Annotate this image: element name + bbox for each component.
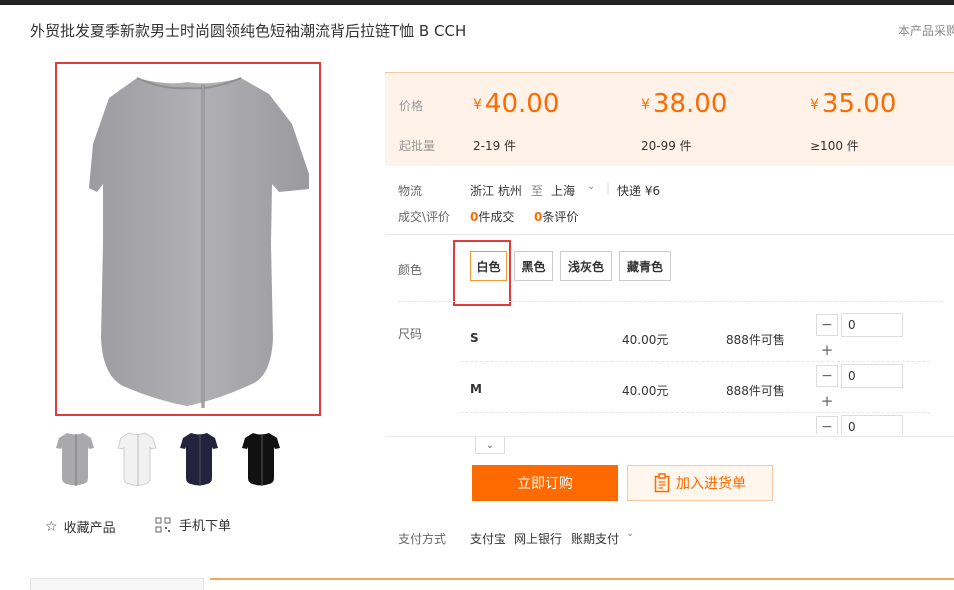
bottom-tab[interactable] [30, 578, 204, 590]
price-tier-1: ¥40.00 [473, 89, 560, 119]
clipboard-icon [654, 473, 670, 493]
qty-tier-2: 20-99 件 [641, 139, 692, 153]
deal-count: 0件成交 [470, 210, 515, 224]
thumbnail-black[interactable] [241, 430, 281, 488]
qr-grid-icon [155, 517, 171, 532]
quantity-input[interactable]: 0 [841, 364, 903, 388]
logistics-origin: 浙江 杭州 [470, 184, 522, 198]
size-list: S 40.00元 888件可售 − 0 + M 40.00元 888件可售 − … [460, 308, 940, 434]
thumbnail-grey[interactable] [55, 430, 95, 488]
favorite-button[interactable]: ☆ 收藏产品 [45, 517, 116, 537]
mobile-order-button[interactable]: 手机下单 [155, 515, 231, 534]
tshirt-back-image [89, 77, 309, 408]
payment-label: 支付方式 [398, 532, 447, 546]
add-to-cart-button[interactable]: 加入进货单 [627, 465, 773, 501]
side-note: 本产品采购 [898, 24, 954, 38]
review-count[interactable]: 0条评价 [534, 208, 578, 225]
chevron-down-icon[interactable]: ⌄ [626, 528, 634, 539]
bottom-accent-line [210, 578, 954, 580]
quantity-input[interactable]: 0 [841, 313, 903, 337]
size-s-price: 40.00元 [622, 333, 669, 347]
top-bar [0, 0, 954, 5]
color-option-navy[interactable]: 藏青色 [619, 251, 671, 281]
price-tier-3: ¥35.00 [810, 89, 897, 119]
divider [385, 234, 954, 235]
price-label: 价格 [399, 99, 424, 113]
product-title: 外贸批发夏季新款男士时尚圆领纯色短袖潮流背后拉链T恤 B CCH [30, 22, 467, 40]
size-m: M [470, 382, 482, 396]
color-option-black[interactable]: 黑色 [514, 251, 553, 281]
color-option-lightgrey[interactable]: 浅灰色 [560, 251, 612, 281]
divider [398, 301, 943, 302]
thumbnail-strip [55, 430, 325, 490]
divider [460, 412, 930, 413]
size-s: S [470, 331, 479, 345]
minus-button[interactable]: − [816, 365, 838, 387]
logistics-to: 至 [531, 184, 544, 198]
deals-label: 成交\评价 [398, 210, 451, 224]
add-to-cart-label: 加入进货单 [676, 476, 746, 492]
plus-button[interactable]: + [816, 339, 838, 361]
minus-button[interactable]: − [816, 314, 838, 336]
size-label: 尺码 [398, 327, 423, 341]
price-tier-2: ¥38.00 [641, 89, 728, 119]
shipping-fee: 快递 ¥6 [617, 184, 661, 198]
chevron-down-icon: ⌄ [485, 439, 495, 451]
size-m-stock: 888件可售 [726, 384, 785, 398]
main-product-image[interactable] [55, 62, 321, 416]
plus-button[interactable]: + [816, 390, 838, 412]
payment-netbank: 网上银行 [514, 532, 563, 546]
divider: | [606, 181, 611, 195]
payment-credit[interactable]: 账期支付 [571, 530, 619, 547]
color-label: 颜色 [398, 263, 423, 277]
expand-sizes-button[interactable]: ⌄ [475, 437, 505, 454]
favorite-label: 收藏产品 [63, 521, 116, 536]
payment-alipay: 支付宝 [470, 532, 507, 546]
mobile-order-label: 手机下单 [179, 519, 232, 534]
logistics-label: 物流 [398, 184, 423, 198]
price-panel: 价格 起批量 ¥40.00 ¥38.00 ¥35.00 2-19 件 20-99… [385, 72, 954, 166]
chevron-down-icon[interactable]: ⌄ [587, 181, 595, 192]
size-s-stock: 888件可售 [726, 333, 785, 347]
divider [385, 436, 954, 437]
qty-tier-3: ≥100 件 [810, 139, 859, 153]
thumbnail-white[interactable] [117, 430, 157, 488]
quantity-input[interactable]: 0 [841, 415, 903, 434]
thumbnail-navy[interactable] [179, 430, 219, 488]
minus-button[interactable]: − [816, 416, 838, 434]
qty-tier-1: 2-19 件 [473, 139, 517, 153]
divider [460, 361, 930, 362]
moq-label: 起批量 [399, 139, 436, 153]
star-icon: ☆ [45, 518, 58, 535]
size-m-price: 40.00元 [622, 384, 669, 398]
logistics-destination[interactable]: 上海 [551, 182, 575, 199]
color-option-white[interactable]: 白色 [470, 251, 507, 281]
buy-now-button[interactable]: 立即订购 [472, 465, 618, 501]
